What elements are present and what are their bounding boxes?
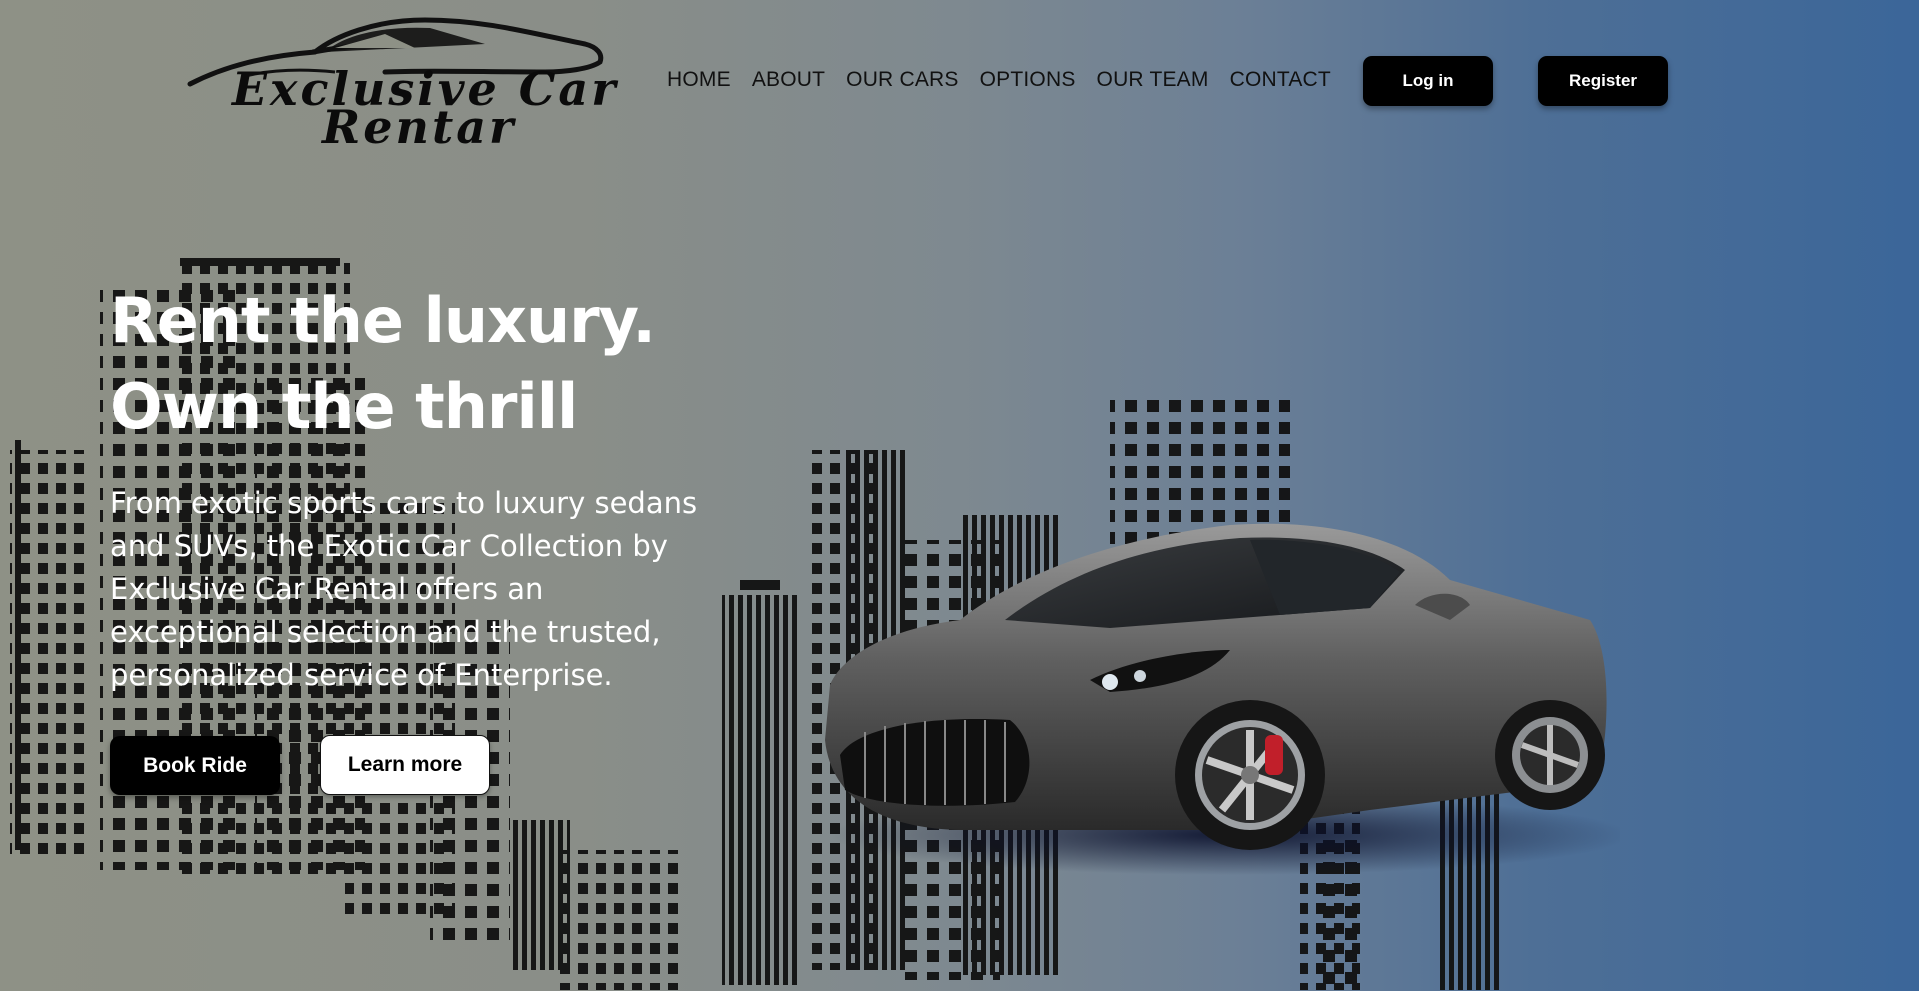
- main-nav: HOME ABOUT OUR CARS OPTIONS OUR TEAM CON…: [667, 68, 1331, 92]
- nav-our-cars[interactable]: OUR CARS: [846, 68, 958, 92]
- hero-title-line2: Own the thrill: [110, 370, 578, 443]
- login-button[interactable]: Log in: [1363, 56, 1493, 106]
- page: Exclusive Car Rentar HOME ABOUT OUR CARS…: [0, 0, 1903, 991]
- hero-title-line1: Rent the luxury.: [110, 284, 656, 357]
- nav-home[interactable]: HOME: [667, 68, 731, 92]
- book-ride-button[interactable]: Book Ride: [110, 736, 280, 795]
- nav-about[interactable]: ABOUT: [752, 68, 825, 92]
- sports-car-image: [825, 523, 1620, 875]
- nav-contact[interactable]: CONTACT: [1230, 68, 1331, 92]
- nav-options[interactable]: OPTIONS: [980, 68, 1076, 92]
- brand-logo[interactable]: Exclusive Car Rentar: [232, 66, 618, 150]
- hero-description: From exotic sports cars to luxury sedans…: [110, 486, 698, 692]
- hero-title: Rent the luxury. Own the thrill: [110, 278, 656, 450]
- learn-more-button[interactable]: Learn more: [320, 735, 490, 795]
- nav-our-team[interactable]: OUR TEAM: [1097, 68, 1209, 92]
- register-button[interactable]: Register: [1538, 56, 1668, 106]
